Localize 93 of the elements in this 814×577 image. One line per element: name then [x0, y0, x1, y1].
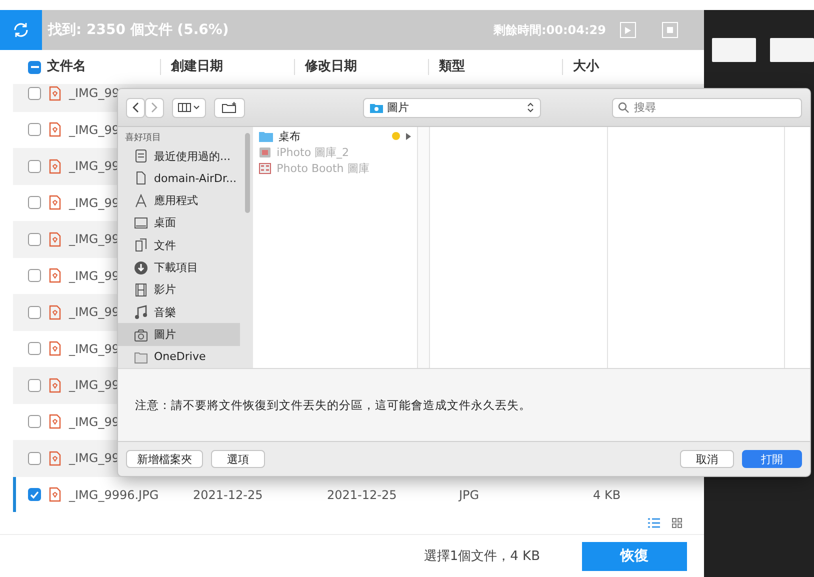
stop-button[interactable] [662, 22, 678, 38]
file-icon [49, 232, 61, 247]
column-header[interactable]: 大小 [563, 59, 697, 75]
file-icon [49, 304, 61, 320]
row-checkbox[interactable] [28, 86, 41, 100]
file-size: 4 KB [593, 488, 622, 502]
dialog-button[interactable]: 取消 [680, 450, 734, 468]
select-all-checkbox[interactable] [28, 60, 41, 74]
chevron-right-icon [151, 102, 158, 113]
dialog-button[interactable]: 選項 [211, 450, 265, 468]
sidebar-heading: 喜好項目 [124, 132, 162, 145]
back-button[interactable] [126, 98, 145, 118]
created-date: 2021-12-25 [193, 488, 264, 502]
column-header[interactable]: 文件名 [41, 59, 161, 75]
row-checkbox[interactable] [28, 306, 41, 319]
photo-library-icon [258, 146, 271, 158]
thumbnail-placeholder [712, 38, 756, 62]
new-folder-icon [222, 102, 237, 113]
desktop-icon [134, 216, 148, 230]
refresh-icon [12, 21, 30, 39]
column-header[interactable]: 類型 [429, 59, 563, 75]
stop-icon [667, 27, 673, 33]
chevron-left-icon [132, 102, 139, 113]
column-header[interactable]: 創建日期 [161, 59, 295, 75]
photo-booth-icon [258, 162, 271, 174]
column-header[interactable]: 修改日期 [295, 59, 429, 75]
file-name: _IMG_99 [69, 86, 120, 100]
row-checkbox[interactable] [28, 415, 41, 428]
play-icon [625, 26, 631, 34]
camera-icon [134, 328, 148, 342]
file-icon [49, 487, 61, 502]
file-icon [49, 450, 61, 466]
file-icon [49, 122, 61, 138]
disclosure-arrow-icon [406, 132, 412, 140]
search-icon [618, 102, 629, 113]
updown-arrows-icon [527, 102, 534, 113]
new-folder-button[interactable] [214, 98, 245, 118]
search-field[interactable]: 搜尋 [612, 98, 802, 118]
file-icon [49, 158, 61, 174]
document-list-icon [134, 149, 148, 164]
documents-icon [134, 238, 148, 252]
music-note-icon [134, 305, 148, 320]
row-checkbox[interactable] [28, 378, 41, 392]
scrollbar[interactable] [244, 133, 250, 213]
file-icon [49, 86, 61, 101]
file-name: _IMG_9996.JPG [69, 488, 159, 502]
row-checkbox[interactable] [28, 342, 41, 356]
row-checkbox[interactable] [28, 269, 41, 282]
folder-icon [258, 130, 273, 142]
thumbnail-placeholder [770, 38, 814, 62]
row-checkbox[interactable] [28, 196, 41, 210]
sidebar-item[interactable]: 應用程式 [118, 190, 240, 212]
file-icon [49, 378, 61, 393]
caret-icon [193, 105, 200, 110]
list-view-icon[interactable] [648, 518, 660, 528]
row-checkbox[interactable] [28, 488, 41, 502]
file-icon [134, 171, 148, 186]
location-dropdown[interactable]: 圖片 [363, 98, 541, 118]
view-mode-button[interactable] [172, 98, 206, 118]
play-button[interactable] [620, 22, 636, 38]
sidebar-item[interactable]: 音樂 [118, 301, 240, 324]
sidebar-item[interactable]: 最近使用過的... [118, 144, 240, 168]
selection-summary: 選擇1個文件，4 KB [424, 548, 540, 565]
warning-text: 注意：請不要將文件恢復到文件丟失的分區，這可能會造成文件永久丟失。 [135, 398, 531, 412]
columns-icon [178, 103, 191, 112]
row-checkbox[interactable] [28, 232, 41, 246]
modified-date: 2021-12-25 [327, 488, 398, 502]
file-icon [49, 414, 61, 430]
sidebar-item[interactable]: 影片 [118, 278, 240, 302]
film-icon [134, 282, 148, 297]
folder-icon [134, 350, 148, 364]
row-checkbox[interactable] [28, 452, 41, 465]
dialog-button[interactable]: 打開 [742, 450, 802, 468]
file-icon [49, 268, 61, 284]
file-type: JPG [459, 488, 480, 502]
sidebar-item[interactable]: 圖片 [118, 323, 240, 346]
checkmark-icon [30, 490, 39, 499]
sidebar-item[interactable]: OneDrive [118, 346, 240, 368]
sidebar-item[interactable]: domain-AirDr... [118, 167, 240, 190]
apps-icon [134, 194, 148, 208]
folder-icon [370, 102, 383, 112]
minus-icon [30, 66, 38, 68]
sidebar-item[interactable]: 桌面 [118, 212, 240, 234]
row-checkbox[interactable] [28, 123, 41, 136]
sidebar-item[interactable]: 文件 [118, 234, 240, 256]
file-icon [49, 341, 61, 356]
sidebar-item[interactable]: 下載項目 [118, 256, 240, 279]
dialog-button[interactable]: 新增檔案夾 [126, 450, 203, 468]
grid-view-icon[interactable] [672, 518, 682, 528]
file-item[interactable]: 桌布 [252, 128, 418, 144]
file-icon [49, 195, 61, 210]
download-icon [134, 260, 148, 275]
row-checkbox[interactable] [28, 160, 41, 173]
